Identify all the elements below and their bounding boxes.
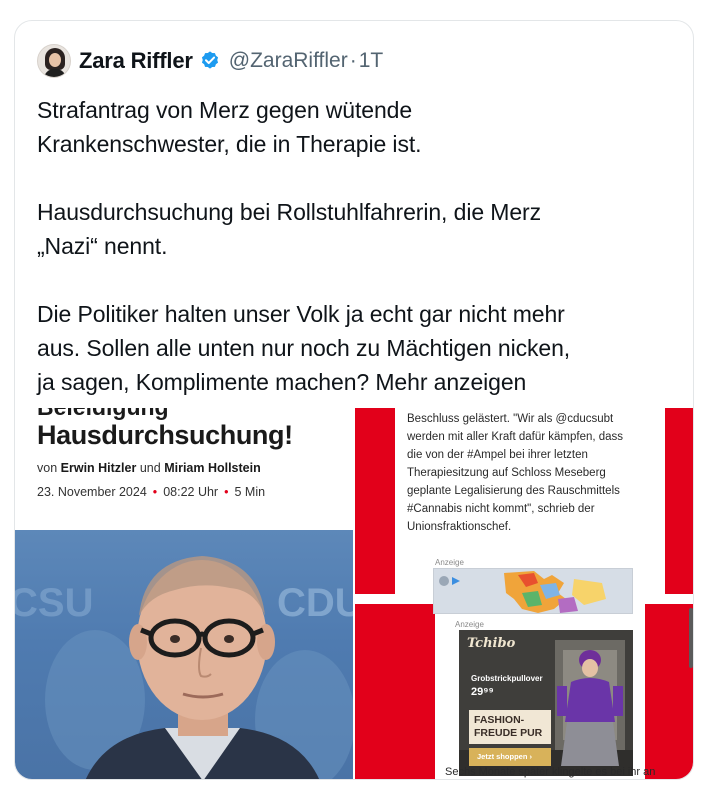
tweet-card[interactable]: Zara Riffler @ZaraRiffler · 1T Strafantr… <box>14 20 694 780</box>
article-read-time: 5 Min <box>234 485 266 499</box>
tchibo-ad[interactable]: Tchibo Grobstrickpullover 29⁹⁹ FASHION-F… <box>459 630 633 776</box>
article-date: 23. November 2024 <box>37 485 147 499</box>
article-time: 08:22 Uhr <box>163 485 219 499</box>
tchibo-logo: Tchibo <box>467 636 516 651</box>
author-handle[interactable]: @ZaraRiffler <box>229 49 348 73</box>
shop-now-button[interactable]: Jetzt shoppen › <box>469 748 551 766</box>
article-byline: von Erwin Hitzler und Miriam Hollstein <box>37 461 261 475</box>
article-headline: Hausdurchsuchung! <box>37 420 293 450</box>
avatar[interactable] <box>37 44 71 78</box>
play-icon <box>452 577 460 585</box>
text-line: ja sagen, Komplimente machen? <box>37 369 370 395</box>
article-excerpt: Beschluss gelästert. "Wir als @cducsubt … <box>407 410 657 536</box>
ad-price: 29⁹⁹ <box>471 686 494 698</box>
media-image-right[interactable]: Beschluss gelästert. "Wir als @cducsubt … <box>355 408 693 779</box>
excerpt-line: die von der #Ampel bei ihrer letzten <box>407 449 588 461</box>
excerpt-line: geplante Legalisierung des Rauschmittels <box>407 485 620 497</box>
article-dateline: 23. November 2024 • 08:22 Uhr • 5 Min <box>37 485 266 499</box>
red-border <box>355 604 435 779</box>
text-line: aus. Sollen alle unten nur noch zu Mächt… <box>37 335 571 361</box>
tweet-media[interactable]: Beleidigung Hausdurchsuchung! von Erwin … <box>15 408 693 779</box>
excerpt-line: Unionsfraktionschef. <box>407 521 512 533</box>
tweet-header: Zara Riffler @ZaraRiffler · 1T <box>37 43 383 79</box>
media-image-left[interactable]: Beleidigung Hausdurchsuchung! von Erwin … <box>15 408 353 779</box>
ad-label: Anzeige <box>455 620 484 629</box>
red-border <box>665 408 693 594</box>
excerpt-line: werden mit aller Kraft dafür kämpfen, da… <box>407 431 624 443</box>
text-line: Die Politiker halten unser Volk ja echt … <box>37 301 565 327</box>
photo-bg-text-right: CDU <box>277 581 353 625</box>
timestamp[interactable]: 1T <box>359 49 384 73</box>
excerpt-line: Therapiesitzung auf Schloss Meseberg <box>407 467 606 479</box>
map-ad[interactable] <box>433 568 633 614</box>
excerpt-line: #Cannabis nicht kommt", schrieb der <box>407 503 595 515</box>
separator-dot: · <box>349 49 357 72</box>
author-name[interactable]: Zara Riffler <box>79 48 193 74</box>
verified-badge-icon <box>201 51 218 69</box>
text-line: Hausdurchsuchung bei Rollstuhlfahrerin, … <box>37 199 542 225</box>
red-border <box>645 604 693 779</box>
author-2: Miriam Hollstein <box>164 461 261 475</box>
scrollbar[interactable] <box>689 608 693 668</box>
text-line: Krankenschwester, die in Therapie ist. <box>37 131 422 157</box>
red-border <box>355 408 395 594</box>
portrait-photo: CSU CDU <box>15 530 353 779</box>
text-line: „Nazi“ nennt. <box>37 233 168 259</box>
excerpt-line: Beschluss gelästert. "Wir als @cducsubt <box>407 413 614 425</box>
ad-label: Anzeige <box>435 558 464 567</box>
ad-slogan: FASHION-FREUDE PUR <box>469 710 551 744</box>
excerpt-bottom-line: Sechs Monate später klingelte es bei ihr… <box>445 766 656 778</box>
text-line: Strafantrag von Merz gegen wütende <box>37 97 413 123</box>
author-1: Erwin Hitzler <box>60 461 137 475</box>
photo-bg-text-left: CSU <box>15 581 93 625</box>
show-more-link[interactable]: Mehr anzeigen <box>375 369 526 395</box>
ad-product: Grobstrickpullover <box>471 674 543 683</box>
tweet-text: Strafantrag von Merz gegen wütende Krank… <box>37 93 677 399</box>
